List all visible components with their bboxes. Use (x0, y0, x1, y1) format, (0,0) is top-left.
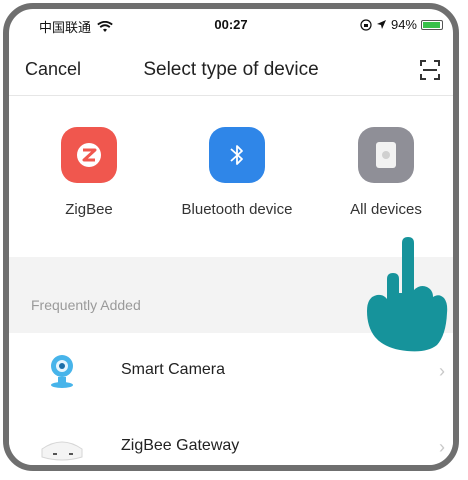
device-type-label: All devices (350, 201, 422, 218)
status-right: 94% (360, 17, 443, 32)
device-type-grid: ZigBee Bluetooth device All devices (9, 97, 453, 257)
list-item-name: ZigBee Gateway (121, 437, 240, 454)
location-icon (376, 20, 386, 29)
gateway-icon (41, 441, 83, 461)
device-type-label: ZigBee (65, 201, 113, 218)
zigbee-icon (61, 127, 117, 183)
all-devices-icon (358, 127, 414, 183)
status-bar: 中国联通 00:27 94% (9, 9, 453, 37)
lock-rotation-icon (360, 18, 372, 31)
device-type-zigbee[interactable]: ZigBee (14, 127, 164, 218)
battery-fill (423, 21, 440, 28)
device-type-all[interactable]: All devices (311, 127, 453, 218)
list-item-zigbee-gateway[interactable]: ZigBee Gateway › (9, 409, 453, 465)
page-title: Select type of device (143, 59, 319, 80)
bluetooth-icon (209, 127, 265, 183)
nav-bar: Cancel Select type of device (9, 45, 453, 96)
battery-percent: 94% (390, 17, 417, 32)
chevron-right-icon: › (439, 361, 445, 381)
list-item-name: Smart Camera (121, 361, 226, 378)
chevron-right-icon: › (439, 437, 445, 457)
section-title: Frequently Added (31, 297, 141, 313)
battery-icon (421, 19, 443, 30)
phone-frame: 中国联通 00:27 94% Cancel Select type of dev… (3, 3, 459, 471)
camera-icon (51, 355, 73, 388)
device-type-bluetooth[interactable]: Bluetooth device (162, 127, 312, 218)
scan-icon[interactable] (419, 59, 441, 81)
device-type-label: Bluetooth device (181, 201, 293, 218)
pointing-hand-icon (367, 237, 448, 352)
